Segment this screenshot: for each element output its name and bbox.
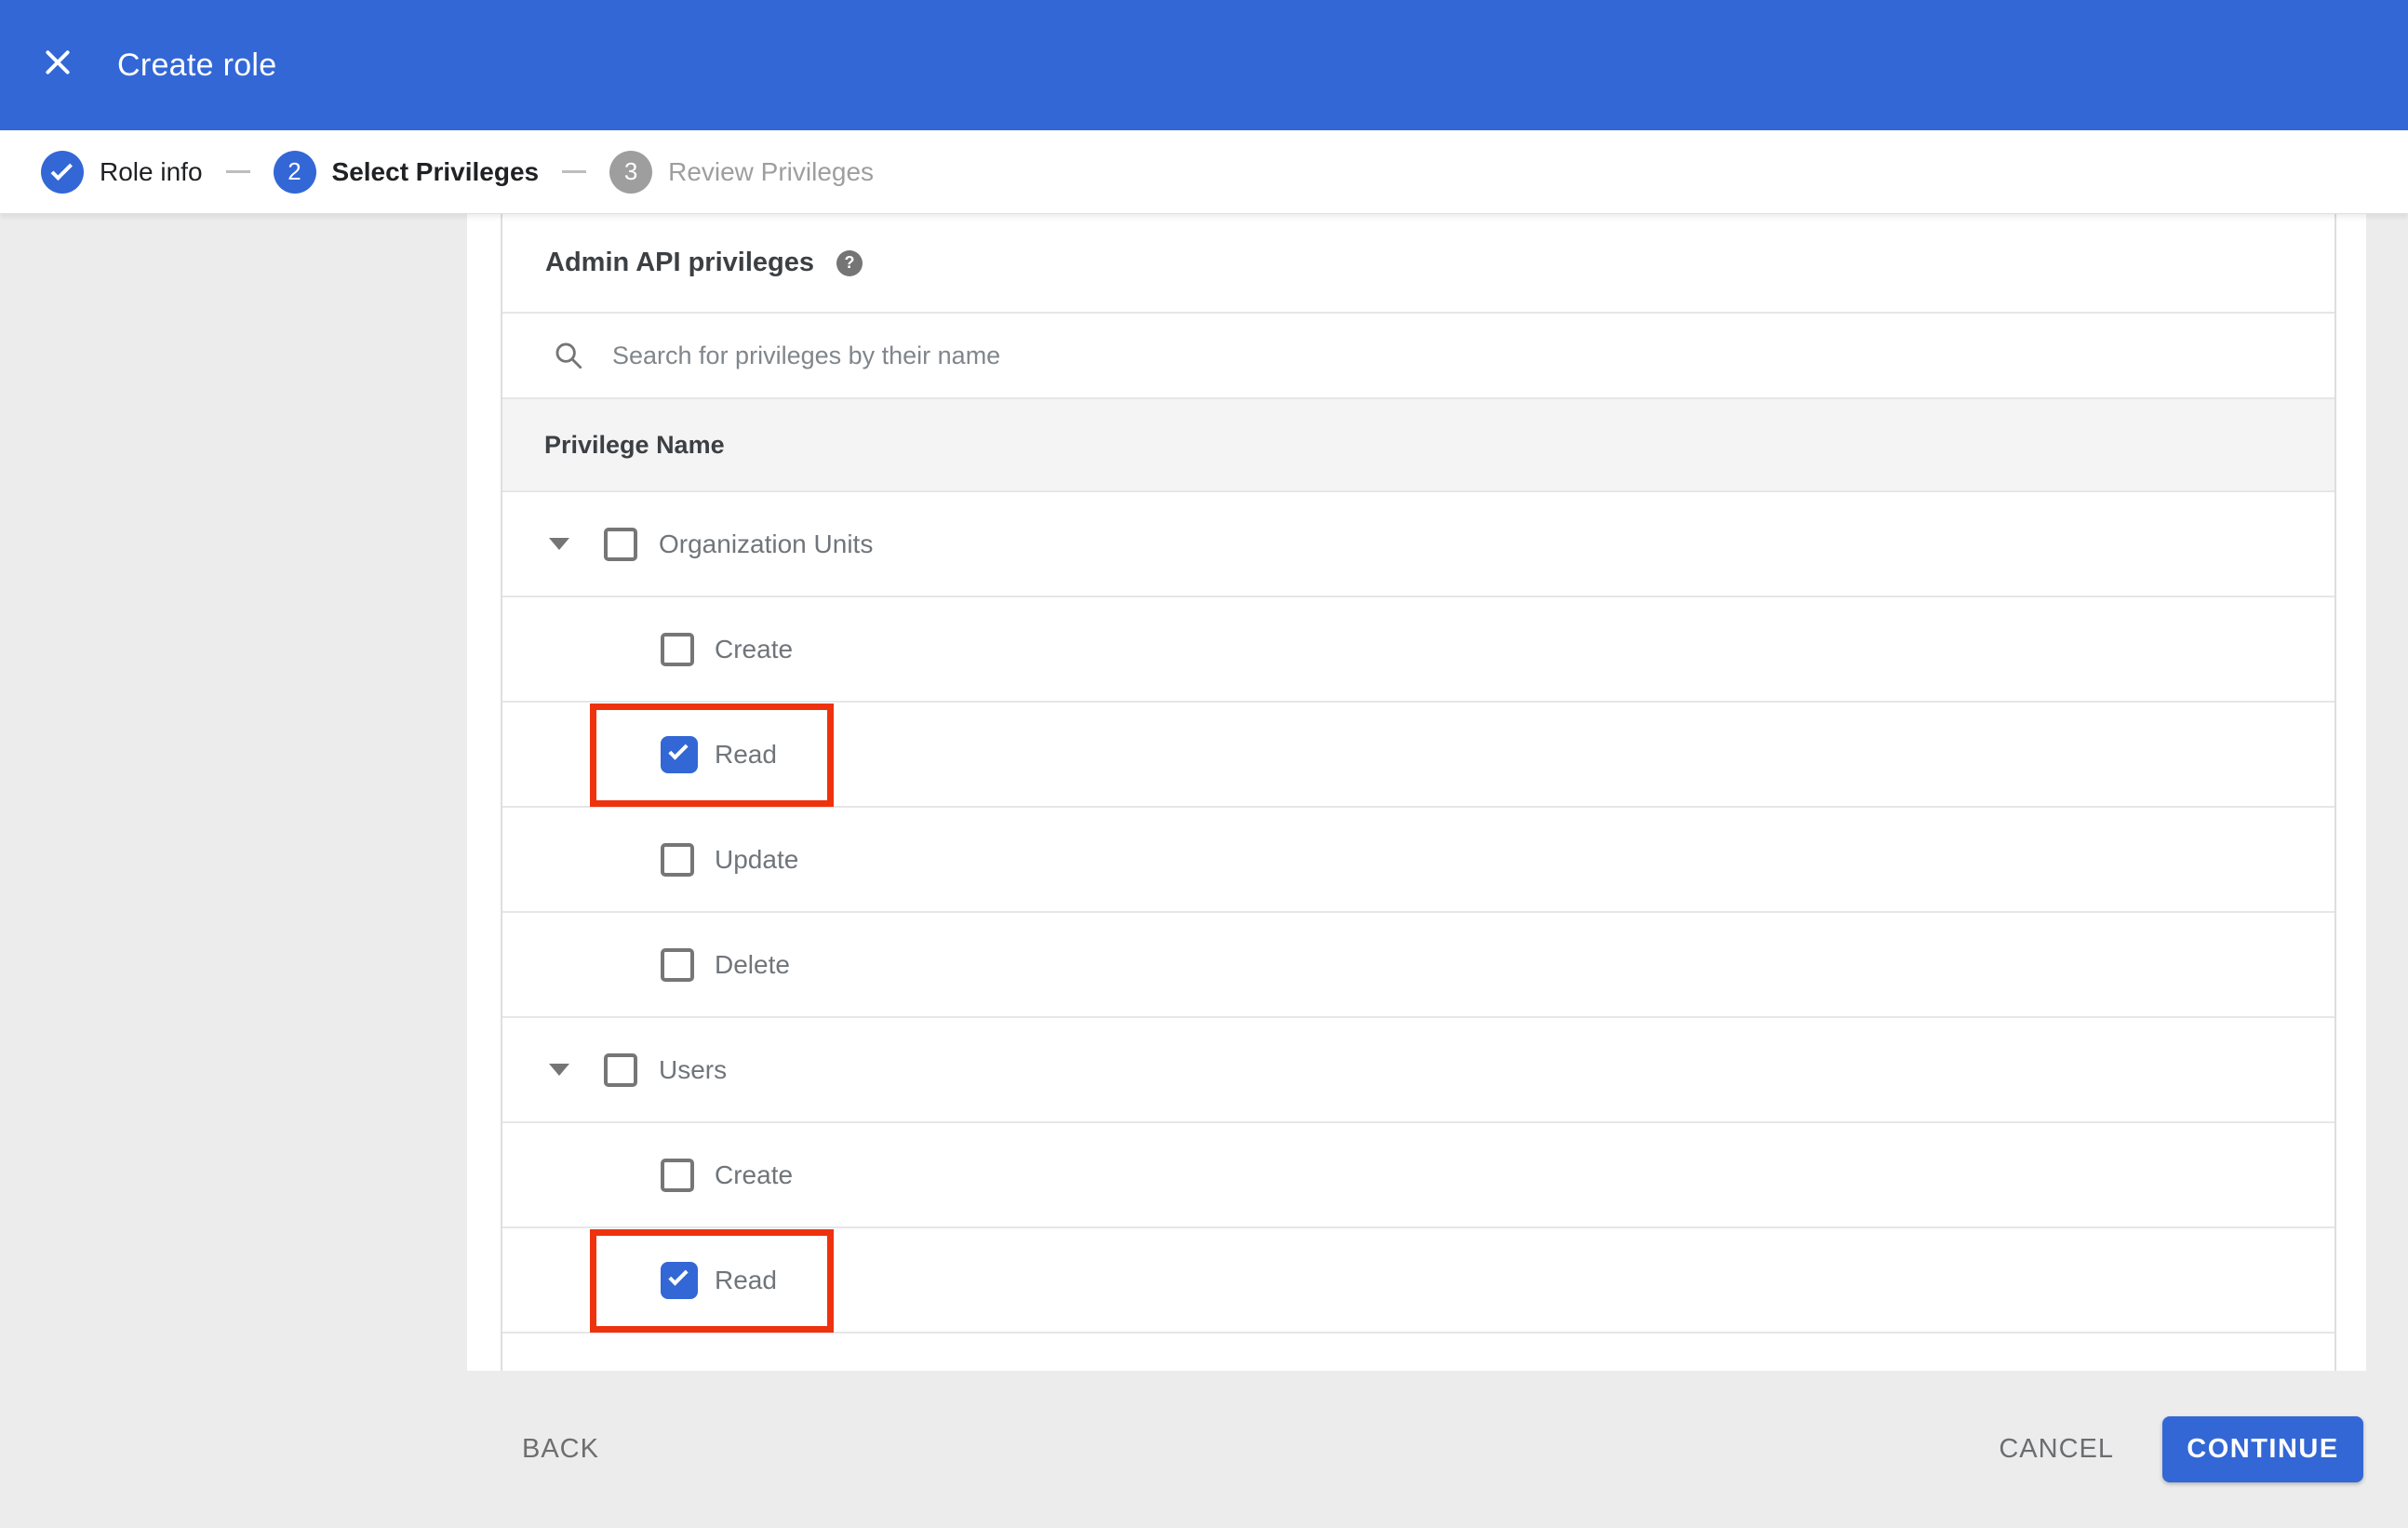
step3-label: Review Privileges <box>668 156 875 186</box>
table-row: Update <box>502 808 2334 913</box>
clipped-row <box>502 1334 2334 1365</box>
cancel-button[interactable]: CANCEL <box>1999 1434 2114 1465</box>
privilege-label: Create <box>715 634 794 663</box>
table-header-row: Privilege Name <box>502 399 2334 492</box>
privilege-checkbox[interactable] <box>604 1052 637 1087</box>
search-row <box>502 314 2334 399</box>
privilege-name-header: Privilege Name <box>544 430 725 459</box>
privilege-label: Read <box>715 1265 777 1294</box>
stepper: Role info 2 Select Privileges 3 Review P… <box>0 130 2408 214</box>
privilege-checkbox[interactable] <box>604 527 637 561</box>
highlight-box <box>590 1229 834 1333</box>
privileges-card: Admin API privileges ? Privilege Name Or… <box>501 214 2336 1371</box>
privilege-label: Create <box>715 1159 794 1189</box>
step-role-info[interactable]: Role info <box>41 150 203 194</box>
highlight-box <box>590 704 834 807</box>
help-icon[interactable]: ? <box>836 249 863 276</box>
collapse-arrow-icon[interactable] <box>549 537 569 550</box>
checkmark-icon <box>668 739 689 760</box>
privilege-rows: Organization Units Create Read Update Delete… <box>502 492 2334 1365</box>
app-bar: Create role <box>0 0 2408 130</box>
content-column: Admin API privileges ? Privilege Name Or… <box>467 214 2366 1371</box>
step-connector <box>225 170 250 173</box>
table-row: Create <box>502 1123 2334 1228</box>
step1-circle <box>41 150 84 194</box>
step-select-privileges[interactable]: 2 Select Privileges <box>273 150 540 194</box>
privilege-checkbox[interactable] <box>661 1158 694 1192</box>
privilege-checkbox[interactable] <box>661 632 694 666</box>
step-connector <box>562 170 587 173</box>
table-row: Read <box>502 703 2334 808</box>
footer-actions: CANCEL CONTINUE <box>1999 1371 2363 1528</box>
table-row: Delete <box>502 913 2334 1018</box>
create-role-dialog: Create role Role info 2 Select Privilege… <box>0 0 2408 1528</box>
search-input[interactable] <box>612 341 2008 370</box>
back-button[interactable]: BACK <box>522 1371 599 1528</box>
privilege-checkbox[interactable] <box>661 842 694 877</box>
search-icon <box>555 342 582 369</box>
collapse-arrow-icon[interactable] <box>549 1063 569 1076</box>
dialog-title: Create role <box>117 47 277 83</box>
privilege-label: Users <box>659 1054 728 1084</box>
step2-circle: 2 <box>273 150 316 194</box>
privilege-label: Update <box>715 844 799 874</box>
continue-button[interactable]: CONTINUE <box>2162 1416 2363 1482</box>
checked-privilege-checkbox[interactable] <box>661 735 698 773</box>
content-area: Admin API privileges ? Privilege Name Or… <box>0 214 2408 1371</box>
section-heading: Admin API privileges <box>545 248 814 277</box>
checkmark-icon <box>668 1265 689 1286</box>
table-row: Create <box>502 597 2334 703</box>
step1-label: Role info <box>100 156 203 186</box>
privilege-label: Read <box>715 739 777 769</box>
checked-privilege-checkbox[interactable] <box>661 1261 698 1299</box>
step-review-privileges[interactable]: 3 Review Privileges <box>609 150 875 194</box>
checkmark-icon <box>50 158 73 181</box>
table-row: Users <box>502 1018 2334 1123</box>
privilege-label: Organization Units <box>659 529 874 558</box>
privilege-label: Delete <box>715 949 790 979</box>
privilege-checkbox[interactable] <box>661 947 694 982</box>
footer-bar: BACK CANCEL CONTINUE <box>0 1371 2408 1528</box>
step2-label: Select Privileges <box>331 156 540 186</box>
table-row: Organization Units <box>502 492 2334 597</box>
step3-circle: 3 <box>609 150 653 194</box>
table-row: Read <box>502 1228 2334 1334</box>
close-icon[interactable] <box>42 47 74 78</box>
card-heading-row: Admin API privileges ? <box>502 214 2334 314</box>
